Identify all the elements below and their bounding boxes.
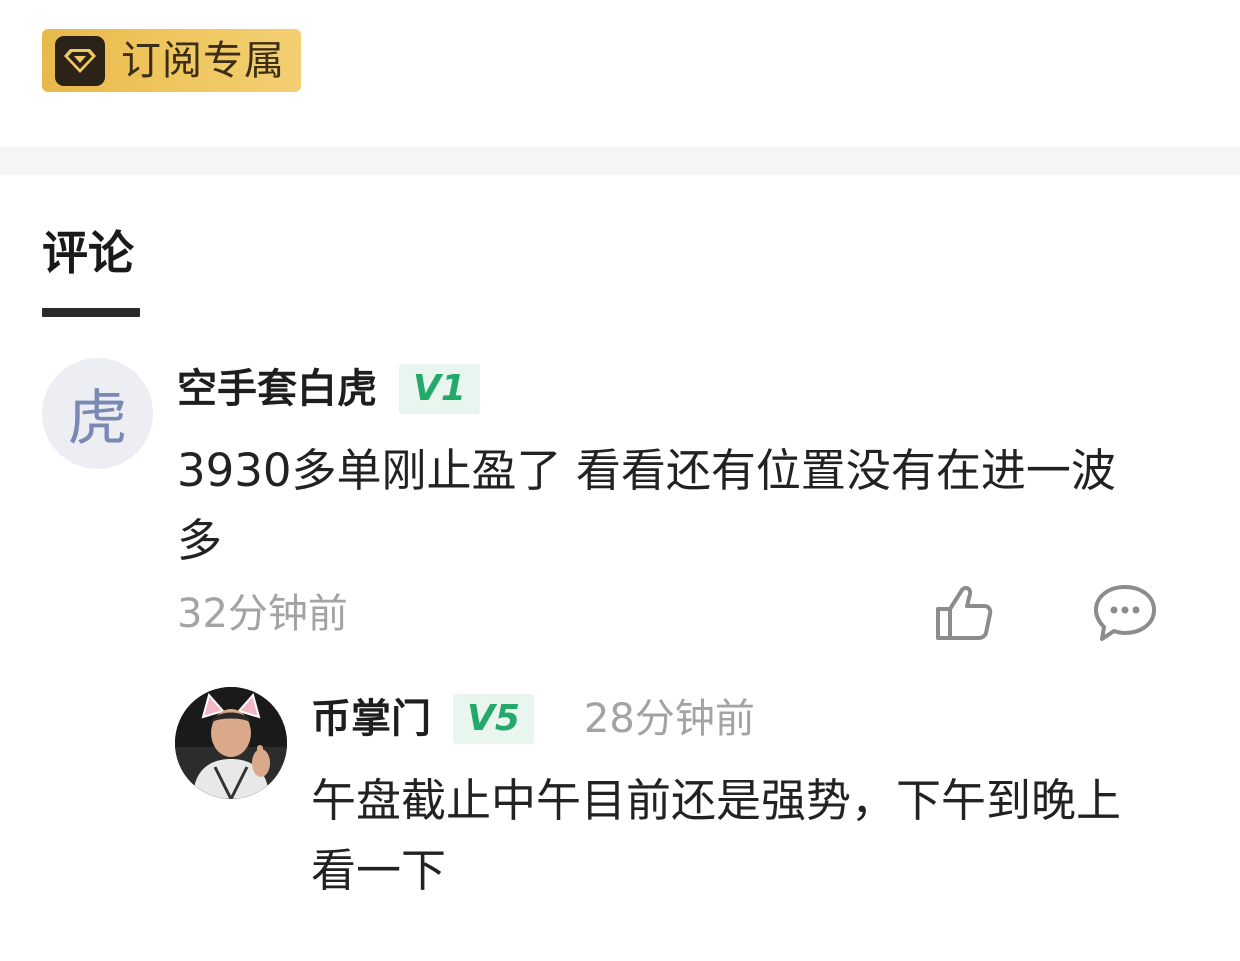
reply-avatar[interactable] (175, 687, 287, 799)
tab-active-indicator (42, 308, 140, 317)
avatar[interactable]: 虎 (42, 358, 153, 469)
level-badge: V1 (399, 364, 480, 414)
comment-body: 3930多单刚止盈了 看看还有位置没有在进一波 多 (177, 436, 1116, 576)
avatar-photo-image (175, 687, 287, 799)
reply-header: 币掌门 V5 28分钟前 (311, 694, 755, 744)
reply-body: 午盘截止中午目前还是强势，下午到晚上 看一下 (311, 766, 1121, 906)
comment-bubble-icon[interactable] (1092, 583, 1158, 643)
reply-username[interactable]: 币掌门 (311, 699, 431, 739)
section-divider (0, 147, 1240, 175)
reply-timestamp: 28分钟前 (583, 696, 755, 742)
comment-header: 空手套白虎 V1 (177, 364, 480, 414)
tab-comments[interactable]: 评论 (42, 226, 140, 317)
level-badge: V5 (453, 694, 534, 744)
subscription-label: 订阅专属 (121, 37, 285, 84)
diamond-icon (55, 35, 105, 86)
subscription-badge[interactable]: 订阅专属 (42, 29, 301, 92)
reply-body-line: 午盘截止中午目前还是强势，下午到晚上 (311, 774, 1122, 827)
comment-body-line: 3930多单刚止盈了 看看还有位置没有在进一波 (177, 444, 1116, 497)
comment-username[interactable]: 空手套白虎 (177, 369, 377, 409)
reply-body-line: 看一下 (311, 844, 447, 897)
comment-timestamp: 32分钟前 (177, 591, 348, 637)
comment-body-line: 多 (177, 514, 223, 567)
tab-comments-label: 评论 (42, 226, 134, 280)
thumbs-up-icon[interactable] (934, 584, 994, 642)
